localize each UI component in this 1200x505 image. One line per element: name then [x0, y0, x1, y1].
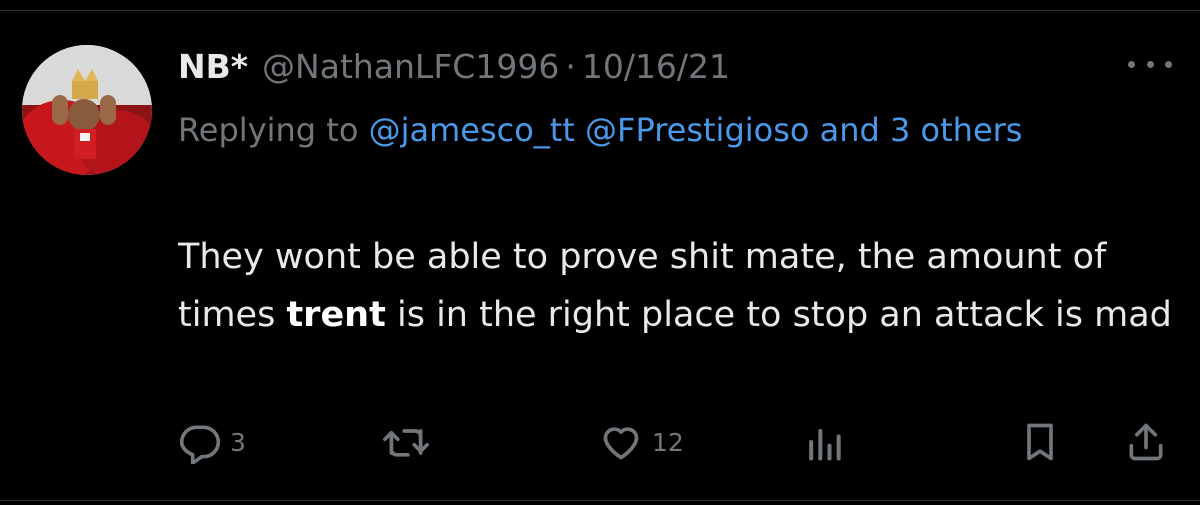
top-divider [0, 10, 1200, 11]
retweet-button[interactable] [382, 418, 430, 466]
reply-prefix: Replying to [178, 111, 359, 149]
share-icon [1129, 423, 1163, 461]
user-handle[interactable]: @NathanLFC1996 [262, 47, 559, 86]
like-button[interactable]: 12 [598, 418, 684, 466]
like-count: 12 [652, 427, 684, 457]
heart-icon [603, 427, 639, 460]
more-dot [1128, 60, 1135, 68]
body-text: is in the right place to stop an attack … [396, 295, 1172, 335]
bottom-divider [0, 500, 1200, 501]
separator-dot: · [565, 46, 576, 86]
tweet-body: They wont be able to prove shit mate, th… [178, 228, 1178, 344]
replying-to: Replying to @jamesco_tt @FPrestigioso an… [178, 100, 1138, 160]
bookmark-button[interactable] [1018, 418, 1062, 466]
more-icon[interactable] [1128, 52, 1172, 76]
tweet-header: NB* @NathanLFC1996 · 10/16/21 [178, 38, 730, 94]
tweet-card[interactable]: NB* @NathanLFC1996 · 10/16/21 Replying t… [0, 0, 1200, 505]
more-dot [1146, 60, 1154, 68]
mention-link[interactable]: @FPrestigioso [585, 111, 809, 149]
tweet-date[interactable]: 10/16/21 [582, 47, 730, 86]
retweet-icon [383, 429, 429, 457]
bookmark-icon [1027, 423, 1053, 461]
share-button[interactable] [1124, 418, 1168, 466]
views-button[interactable] [802, 418, 846, 466]
others-link[interactable]: and 3 others [820, 111, 1023, 149]
display-name[interactable]: NB* [178, 47, 248, 86]
reply-button[interactable]: 3 [178, 418, 246, 466]
more-dot [1165, 60, 1172, 68]
avatar-photo [22, 45, 152, 175]
avatar[interactable] [22, 45, 152, 175]
mention-link[interactable]: @jamesco_tt [369, 111, 575, 149]
reply-count: 3 [230, 427, 246, 457]
views-icon [809, 428, 841, 461]
reply-icon [179, 425, 221, 464]
body-bold-keyword: trent [286, 295, 386, 335]
